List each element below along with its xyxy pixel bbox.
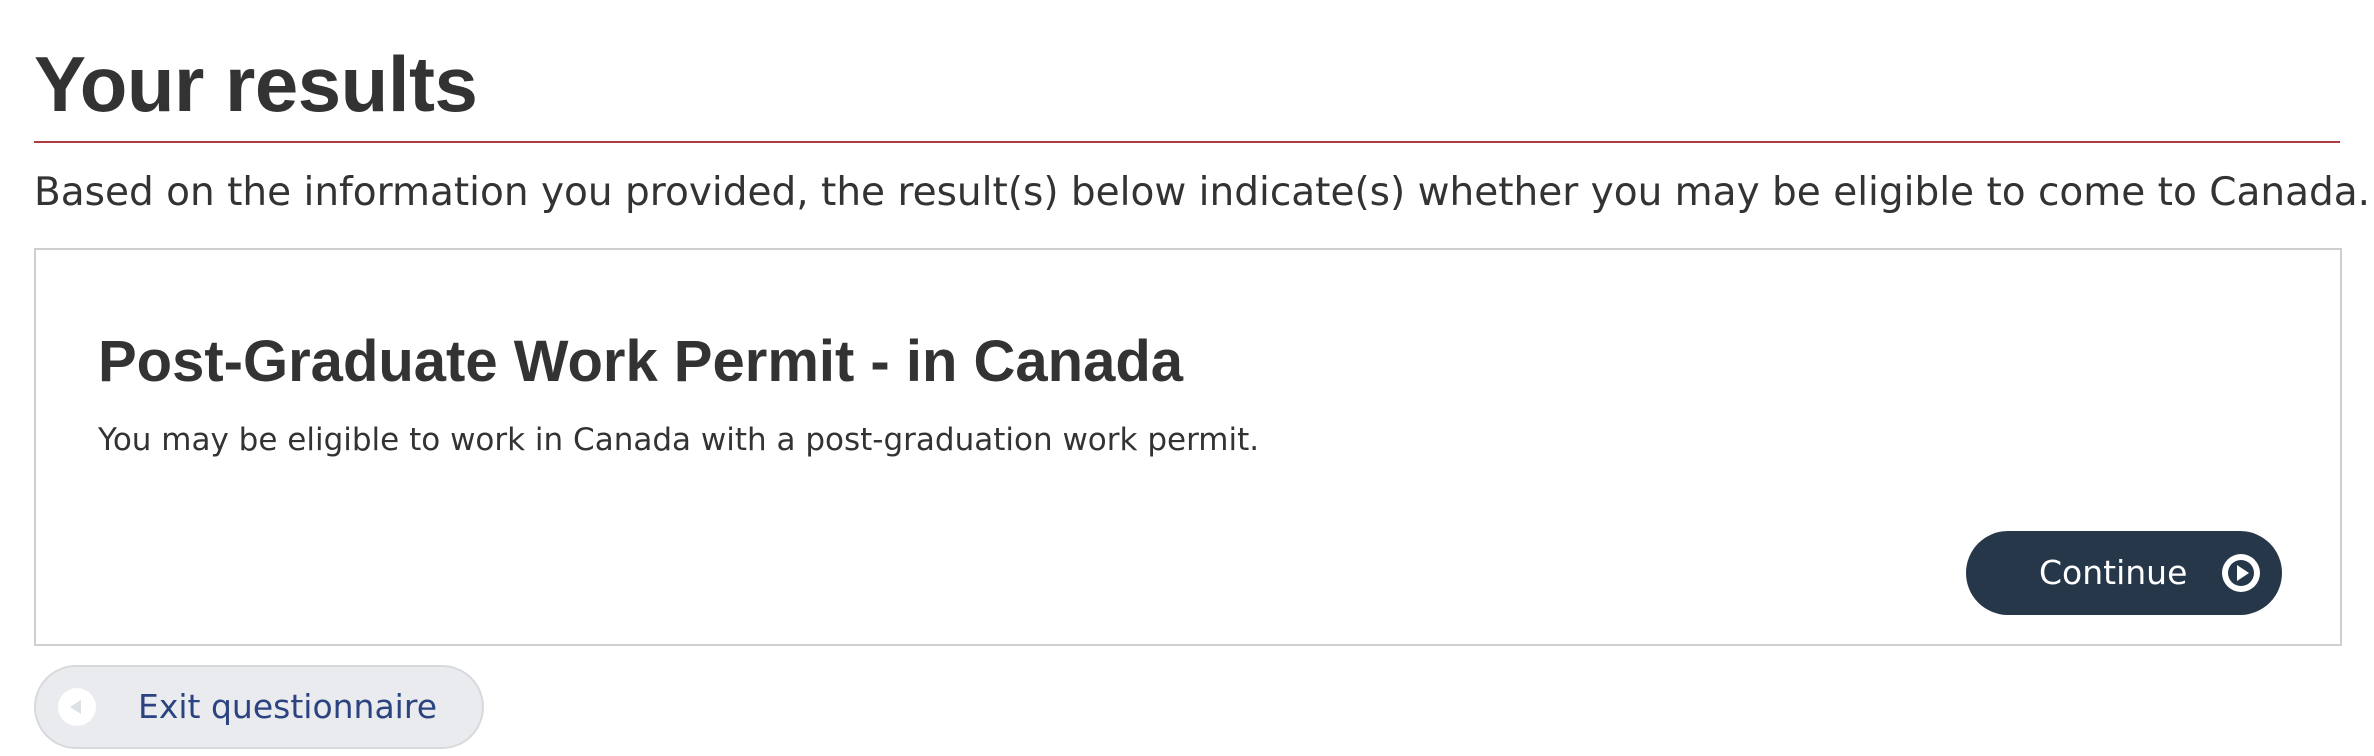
page-title: Your results <box>34 40 478 128</box>
intro-text: Based on the information you provided, t… <box>34 170 2371 215</box>
back-circle-icon <box>56 686 98 728</box>
play-circle-icon <box>2220 552 2262 594</box>
continue-button[interactable]: Continue <box>1966 531 2282 615</box>
exit-button-label: Exit questionnaire <box>138 687 437 726</box>
title-divider <box>34 141 2340 143</box>
continue-button-label: Continue <box>2039 553 2188 592</box>
result-description: You may be eligible to work in Canada wi… <box>98 422 1260 458</box>
result-card: Post-Graduate Work Permit - in Canada Yo… <box>34 248 2342 646</box>
exit-questionnaire-button[interactable]: Exit questionnaire <box>34 665 484 749</box>
result-title: Post-Graduate Work Permit - in Canada <box>98 329 1184 394</box>
